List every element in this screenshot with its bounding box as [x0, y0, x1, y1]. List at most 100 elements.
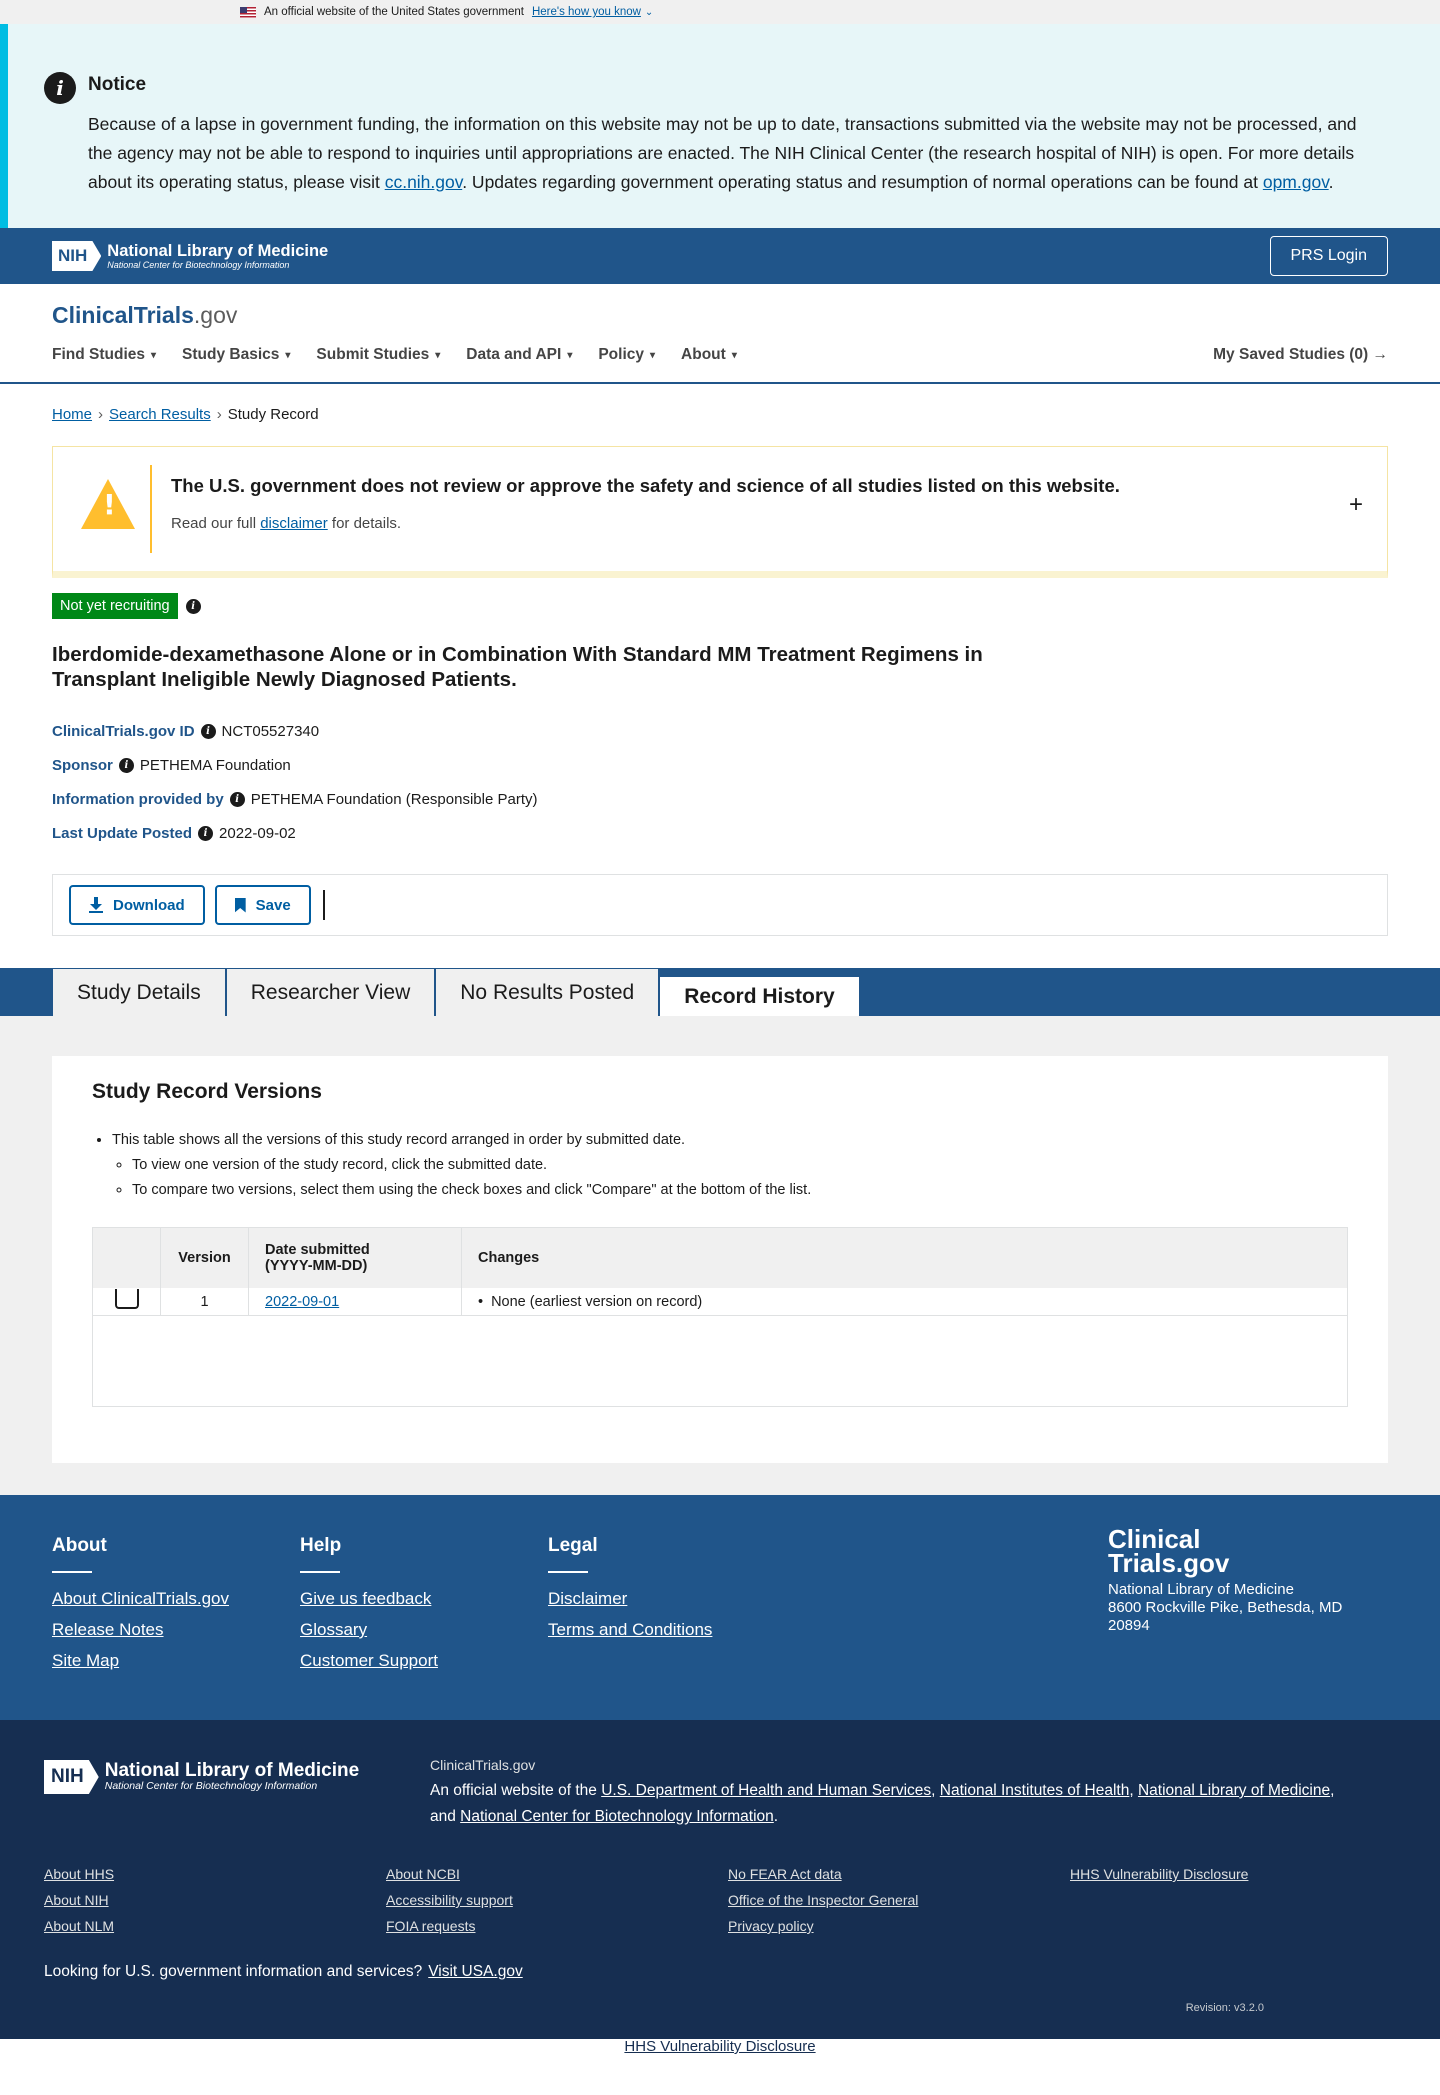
footer-link[interactable]: Give us feedback	[300, 1589, 438, 1609]
info-icon[interactable]: i	[229, 791, 245, 807]
meta-value: 2022-09-02	[219, 824, 296, 842]
ncbi-link[interactable]: National Center for Biotechnology Inform…	[460, 1808, 774, 1825]
hhs-link[interactable]: U.S. Department of Health and Human Serv…	[601, 1782, 931, 1799]
footer-link[interactable]: Privacy policy	[728, 1918, 918, 1934]
info-icon[interactable]: i	[200, 723, 216, 739]
how-you-know-link[interactable]: Here's how you know	[532, 6, 641, 18]
footer-link[interactable]: Release Notes	[52, 1620, 229, 1640]
footer-link[interactable]: About ClinicalTrials.gov	[52, 1589, 229, 1609]
info-icon[interactable]: i	[118, 757, 134, 773]
changes-text: None (earliest version on record)	[478, 1294, 702, 1310]
footer-legal-col: Legal Disclaimer Terms and Conditions	[548, 1535, 712, 1651]
tab-record-history[interactable]: Record History	[659, 972, 860, 1016]
footer-link[interactable]: Disclaimer	[548, 1589, 712, 1609]
version-checkbox[interactable]	[115, 1288, 139, 1309]
nav-label: Data and API	[466, 346, 562, 363]
nav-submit-studies[interactable]: Submit Studies ▾	[316, 346, 440, 364]
nlm-logo[interactable]: NIH National Library of Medicine Nationa…	[52, 241, 328, 271]
divider	[300, 1571, 340, 1573]
study-tabs: Study Details Researcher View No Results…	[0, 968, 1440, 1016]
tab-researcher-view[interactable]: Researcher View	[225, 968, 436, 1016]
prs-login-button[interactable]: PRS Login	[1269, 236, 1388, 276]
breadcrumb-search-results[interactable]: Search Results	[109, 406, 211, 423]
footer-link[interactable]: Site Map	[52, 1651, 229, 1671]
usa-gov-link[interactable]: Visit USA.gov	[428, 1963, 522, 1980]
tab-no-results-posted[interactable]: No Results Posted	[435, 968, 660, 1016]
hhs-vulnerability-link[interactable]: HHS Vulnerability Disclosure	[624, 2038, 815, 2055]
divider	[548, 1571, 588, 1573]
nav-about[interactable]: About ▾	[681, 346, 737, 364]
footer-address: 20894	[1108, 1617, 1150, 1634]
warning-icon: !	[81, 479, 135, 529]
header-date-line1: Date submitted	[265, 1242, 370, 1258]
notice-text-part: . Updates regarding government operating…	[462, 172, 1263, 192]
gov-banner: An official website of the United States…	[0, 0, 1440, 24]
chevron-down-icon: ▾	[435, 349, 441, 361]
info-icon[interactable]: i	[198, 825, 214, 841]
header-version: Version	[161, 1228, 249, 1288]
nav-policy[interactable]: Policy ▾	[598, 346, 655, 364]
footer-site-name: ClinicalTrials.gov	[430, 1757, 536, 1773]
meta-row-id: ClinicalTrials.gov ID i NCT05527340	[52, 714, 1388, 748]
nav-label: Submit Studies	[316, 346, 430, 363]
footer-link[interactable]: About NIH	[44, 1892, 114, 1908]
chevron-down-icon: ▾	[151, 349, 157, 361]
expand-plus-icon[interactable]: +	[1349, 491, 1363, 519]
breadcrumb-home[interactable]: Home	[52, 406, 92, 423]
nlm-link[interactable]: National Library of Medicine	[1138, 1782, 1330, 1799]
my-saved-studies-link[interactable]: My Saved Studies (0) →	[1213, 346, 1388, 364]
footer-link[interactable]: Accessibility support	[386, 1892, 513, 1908]
meta-label: ClinicalTrials.gov ID	[52, 722, 195, 740]
notice-title: Notice	[88, 74, 147, 95]
footer-link[interactable]: Glossary	[300, 1620, 438, 1640]
footer-link[interactable]: Office of the Inspector General	[728, 1892, 918, 1908]
disclaimer-link[interactable]: disclaimer	[260, 515, 328, 532]
footer-link[interactable]: About HHS	[44, 1866, 114, 1882]
instruction-item: To compare two versions, select them usi…	[132, 1178, 1348, 1203]
save-label: Save	[255, 896, 291, 914]
footer-link[interactable]: No FEAR Act data	[728, 1866, 918, 1882]
chevron-down-icon[interactable]: ⌄	[645, 7, 653, 18]
footer-link[interactable]: FOIA requests	[386, 1918, 513, 1934]
disclaimer-title: The U.S. government does not review or a…	[171, 475, 1120, 496]
footer-help-col: Help Give us feedback Glossary Customer …	[300, 1535, 438, 1682]
footer-heading: Legal	[548, 1535, 598, 1556]
download-icon	[89, 897, 103, 913]
meta-value: NCT05527340	[221, 722, 320, 740]
nav-data-and-api[interactable]: Data and API ▾	[466, 346, 572, 364]
nav-study-basics[interactable]: Study Basics ▾	[182, 346, 290, 364]
footer-link[interactable]: Customer Support	[300, 1651, 438, 1671]
nav-label: Study Basics	[182, 346, 280, 363]
disclaimer-text: Read our full disclaimer for details.	[171, 515, 401, 532]
nav-find-studies[interactable]: Find Studies ▾	[52, 346, 156, 364]
gov-banner-text: An official website of the United States…	[264, 6, 524, 18]
version-date-link[interactable]: 2022-09-01	[265, 1294, 339, 1310]
tab-study-details[interactable]: Study Details	[52, 968, 226, 1016]
divider	[52, 1571, 92, 1573]
breadcrumb: Home › Search Results › Study Record	[0, 384, 1440, 446]
status-row: Not yet recruiting i	[52, 592, 1388, 620]
footer-nlm-logo[interactable]: NIH National Library of Medicine Nationa…	[44, 1760, 359, 1794]
info-icon[interactable]: i	[185, 598, 201, 614]
cc-nih-link[interactable]: cc.nih.gov	[385, 172, 463, 192]
chevron-right-icon: ›	[216, 406, 222, 423]
clinicaltrials-logo[interactable]: ClinicalTrials.gov	[52, 302, 237, 329]
funding-notice: i Notice Because of a lapse in governmen…	[0, 24, 1440, 228]
logo-main: ClinicalTrials	[52, 302, 194, 328]
footer-link[interactable]: Terms and Conditions	[548, 1620, 712, 1640]
versions-instructions: This table shows all the versions of thi…	[112, 1128, 1348, 1203]
nih-link[interactable]: National Institutes of Health	[940, 1782, 1130, 1799]
footer-bottom: NIH National Library of Medicine Nationa…	[0, 1720, 1440, 2039]
arrow-right-icon: →	[1372, 346, 1389, 363]
disclaimer-post: for details.	[327, 515, 402, 532]
save-button[interactable]: Save	[214, 885, 311, 925]
chevron-down-icon: ▾	[285, 349, 291, 361]
notice-text: Because of a lapse in government funding…	[88, 110, 1380, 197]
footer-link[interactable]: About NLM	[44, 1918, 114, 1934]
download-button[interactable]: Download	[69, 885, 205, 925]
chevron-down-icon: ▾	[567, 349, 573, 361]
footer-link[interactable]: About NCBI	[386, 1866, 513, 1882]
opm-link[interactable]: opm.gov	[1263, 172, 1329, 192]
footer-link[interactable]: HHS Vulnerability Disclosure	[1070, 1866, 1248, 1882]
footer-ct-logo[interactable]: Clinical Trials.gov National Library of …	[1108, 1526, 1342, 1635]
